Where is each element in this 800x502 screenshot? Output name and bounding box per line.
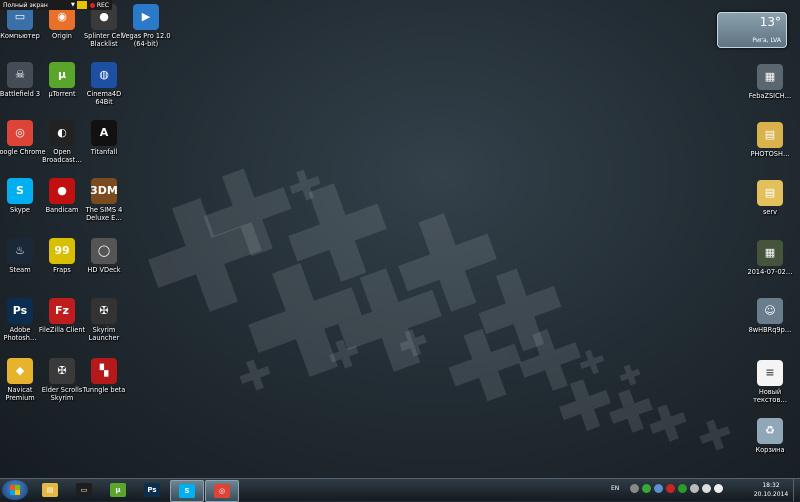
photoshop-icon: Ps [144,483,160,497]
desktop-icon-label: Корзина [755,446,785,454]
system-tray[interactable] [630,484,723,493]
desktop-icon-корзина[interactable]: ♻ Корзина [745,418,795,454]
weather-gadget[interactable]: 13° Рига, LVA [717,12,787,48]
app-icon: Ps [7,298,33,324]
desktop-icon-label: The SIMS 4 Deluxe E… [85,206,123,222]
language-indicator[interactable]: EN [611,485,619,492]
app-icon: ◐ [49,120,75,146]
app-icon: ♨ [7,238,33,264]
network-icon[interactable] [702,484,711,493]
camera-icon[interactable] [76,1,87,9]
app-icon: ▚ [91,358,117,384]
record-dot-icon [89,2,95,8]
desktop-icon-label: serv [762,208,778,216]
taskbar-console-button[interactable]: ▭ [68,480,100,500]
chrome-icon: ◎ [214,484,230,498]
recording-toolbar[interactable]: Полный экран ▼ REC [0,0,112,10]
app-icon: ♻ [757,418,783,444]
app-icon: ▶ [133,4,159,30]
desktop-icon-label: 2014-07-02… [747,268,793,276]
app-icon: ☺ [757,298,783,324]
desktop-icon-8whbrq9p[interactable]: ☺ 8wHBRq9p… [745,298,795,334]
app-icon: S [7,178,33,204]
app-icon: 3DM [90,178,118,204]
app-icon: ◯ [91,238,117,264]
clock[interactable]: 18:32 20.10.2014 [752,481,790,499]
taskbar-explorer-button[interactable]: ▤ [34,480,66,500]
app-icon: µ [49,62,75,88]
app-icon: ▤ [757,122,783,148]
app-icon: ● [49,178,75,204]
app-icon: ▦ [757,64,783,90]
taskbar-chrome-button[interactable]: ◎ [205,480,239,502]
app-icon: ◆ [7,358,33,384]
taskbar-photoshop-button[interactable]: Ps [136,480,168,500]
app-icon: Fz [49,298,75,324]
desktop-icon-cinema4d-64bit[interactable]: ◍ Cinema4D 64Bit [79,62,129,106]
desktop-icon-tunngle-beta[interactable]: ▚ Tunngle beta [79,358,129,394]
start-button[interactable] [2,480,28,500]
app-icon: ≡ [757,360,783,386]
skype-icon: S [179,484,195,498]
console-icon: ▭ [76,483,92,497]
weather-location: Рига, LVA [752,37,781,44]
tray-icon-5[interactable] [678,484,687,493]
tray-icon-3[interactable] [654,484,663,493]
desktop-icon-serv[interactable]: ▤ serv [745,180,795,216]
desktop-icon-febazsich[interactable]: ▦ FebaZSICH… [745,64,795,100]
clock-time: 18:32 [762,482,780,489]
capture-mode-select[interactable]: Полный экран [0,2,71,9]
desktop-icon-label: 8wHBRq9p… [748,326,792,334]
tray-icon-6[interactable] [690,484,699,493]
show-desktop-button[interactable] [793,479,800,501]
desktop-icon-label: Новый текстов… [753,388,787,404]
desktop-icon-vegas-pro-12-0-64-bit[interactable]: ▶ Vegas Pro 12.0 (64-bit) [121,4,171,48]
desktop-icon-the-sims-4-deluxe-e[interactable]: 3DM The SIMS 4 Deluxe E… [79,178,129,222]
clock-date: 20.10.2014 [753,491,789,498]
desktop-icon-photosh[interactable]: ▤ PHOTOSH… [745,122,795,158]
desktop-icon-label: PHOTOSH… [750,150,790,158]
windows-logo-icon [10,485,20,495]
app-icon: A [91,120,117,146]
utorrent-icon: µ [110,483,126,497]
desktop-icon-hd-vdeck[interactable]: ◯ HD VDeck [79,238,129,274]
taskbar-utorrent-button[interactable]: µ [102,480,134,500]
tray-icon-1[interactable] [630,484,639,493]
desktop-icon-label: Tunngle beta [82,386,126,394]
desktop-icon-titanfall[interactable]: A Titanfall [79,120,129,156]
desktop-icon-label: FebaZSICH… [748,92,792,100]
app-icon: ✠ [49,358,75,384]
tray-icon-2[interactable] [642,484,651,493]
app-icon: ◎ [7,120,33,146]
desktop-icon-label: Titanfall [90,148,118,156]
tray-icon-4[interactable] [666,484,675,493]
app-icon: ☠ [7,62,33,88]
volume-icon[interactable] [714,484,723,493]
app-icon: ▦ [757,240,783,266]
desktop-icon-skyrim-launcher[interactable]: ✠ Skyrim Launcher [79,298,129,342]
desktop-icon-label: HD VDeck [87,266,121,274]
app-icon: ▤ [757,180,783,206]
rec-label[interactable]: REC [97,2,112,9]
desktop-icon-новый-текстов[interactable]: ≡ Новый текстов… [745,360,795,404]
app-icon: 99 [49,238,75,264]
desktop-icon-2014-07-02[interactable]: ▦ 2014-07-02… [745,240,795,276]
taskbar-skype-button[interactable]: S [170,480,204,502]
desktop-icon-label: Cinema4D 64Bit [86,90,122,106]
app-icon: ◍ [91,62,117,88]
weather-temperature: 13° [759,15,781,29]
desktop-icon-label: Vegas Pro 12.0 (64-bit) [121,32,171,48]
desktop-icon-label: Skyrim Launcher [88,326,120,342]
app-icon: ✠ [91,298,117,324]
explorer-icon: ▤ [42,483,58,497]
taskbar: ▤ ▭ µ Ps S ◎ EN 18:32 20.10.2014 [0,478,800,502]
